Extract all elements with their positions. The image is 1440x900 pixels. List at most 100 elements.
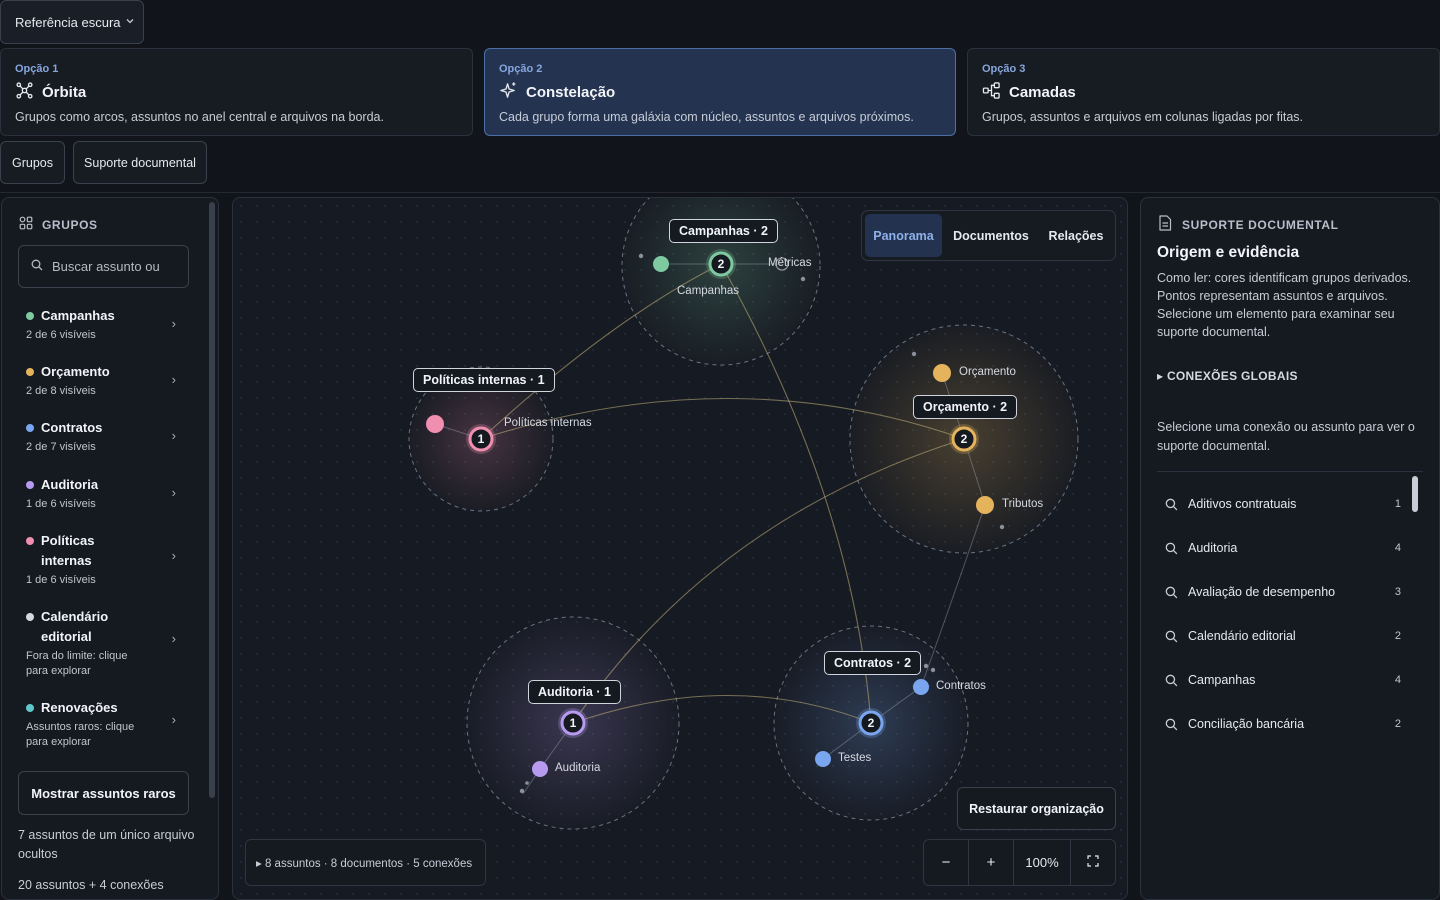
search-icon: [1165, 718, 1178, 730]
fullscreen-icon: [1087, 854, 1099, 871]
panel-title: Origem e evidência: [1157, 244, 1300, 261]
group-item-renovacoes[interactable]: Renovações Assuntos raros: clique para e…: [26, 698, 176, 750]
divider: [1157, 471, 1423, 472]
topic-node-contratos[interactable]: [913, 679, 929, 695]
topic-row[interactable]: Avaliação de desempenho 3: [1165, 582, 1401, 602]
cluster-label-politicas[interactable]: Políticas internas · 1: [413, 368, 555, 392]
hidden-topics-note: 7 assuntos de um único arquivo ocultos: [18, 828, 195, 861]
file-dot[interactable]: [638, 253, 644, 259]
topic-row[interactable]: Auditoria 4: [1165, 538, 1401, 558]
color-dot: [26, 368, 34, 376]
group-name: Auditoria: [41, 477, 99, 492]
layers-icon: [982, 81, 1001, 104]
group-item-auditoria[interactable]: Auditoria 1 de 6 visíveis ›: [26, 475, 176, 512]
segment-relacoes[interactable]: Relações: [1040, 214, 1112, 257]
group-name: Renovações: [41, 700, 118, 715]
chevron-right-icon: ›: [171, 316, 176, 331]
tab-groups[interactable]: Grupos: [0, 141, 65, 184]
topic-row[interactable]: Aditivos contratuais 1: [1165, 494, 1401, 514]
chevron-right-icon: ›: [171, 372, 176, 387]
topic-count: 2: [1394, 630, 1401, 642]
groups-sidebar: GRUPOS Campanhas 2 de 6 visíveis › Orçam…: [1, 197, 219, 900]
topic-count: 1: [1394, 498, 1401, 510]
show-rare-topics-button[interactable]: Mostrar assuntos raros: [18, 771, 189, 815]
file-dot[interactable]: [800, 276, 806, 282]
zoom-controls: − + 100%: [923, 839, 1116, 886]
segment-panorama[interactable]: Panorama: [865, 214, 942, 257]
option-card-orbit[interactable]: Opção 1 Órbita Grupos como arcos, assunt…: [0, 48, 473, 136]
group-item-calendario-editorial[interactable]: Calendário editorial Fora do limite: cli…: [26, 607, 176, 679]
file-dot[interactable]: [923, 663, 929, 669]
group-item-campanhas[interactable]: Campanhas 2 de 6 visíveis ›: [26, 306, 176, 343]
topic-label: Testes: [838, 752, 872, 764]
zoom-level: 100%: [1014, 840, 1071, 885]
option-card-constellation[interactable]: Opção 2 Constelação Cada grupo forma uma…: [484, 48, 956, 136]
zoom-out-button[interactable]: −: [924, 840, 969, 885]
topic-name: Campanhas: [1188, 673, 1256, 687]
file-dot[interactable]: [525, 781, 529, 785]
tab-document-support[interactable]: Suporte documental: [73, 141, 207, 184]
group-item-contratos[interactable]: Contratos 2 de 7 visíveis ›: [26, 418, 176, 455]
sidebar-scrollbar[interactable]: [209, 202, 215, 798]
group-visibility: 2 de 7 visíveis: [26, 441, 96, 453]
file-dot[interactable]: [911, 351, 917, 357]
option-title: Camadas: [1009, 84, 1076, 101]
topic-node-politicas[interactable]: [426, 415, 444, 433]
sidebar-header: GRUPOS: [19, 216, 98, 233]
core-count: 2: [961, 432, 968, 446]
group-visibility: Assuntos raros: clique para explorar: [26, 721, 135, 748]
fullscreen-button[interactable]: [1071, 840, 1115, 885]
global-connections-toggle[interactable]: ▸ CONEXÕES GLOBAIS: [1157, 369, 1298, 383]
topic-row[interactable]: Conciliação bancária 2: [1165, 714, 1401, 734]
file-dot[interactable]: [519, 788, 525, 794]
group-name: Políticas internas: [41, 533, 95, 568]
core-count: 2: [868, 716, 875, 730]
topic-label: Métricas: [768, 257, 812, 269]
topic-count: 4: [1394, 674, 1401, 686]
search-input[interactable]: [52, 259, 170, 274]
group-visibility: 1 de 6 visíveis: [26, 498, 96, 510]
topic-name: Avaliação de desempenho: [1188, 585, 1336, 599]
graph-stats-toggle[interactable]: ▸ 8 assuntos · 8 documentos · 5 conexões: [245, 839, 486, 886]
cluster-label-campanhas[interactable]: Campanhas · 2: [669, 219, 778, 243]
topic-label: Orçamento: [959, 366, 1016, 378]
file-dot[interactable]: [999, 524, 1005, 530]
topic-node-testes[interactable]: [815, 751, 831, 767]
sidebar-title: GRUPOS: [42, 217, 98, 232]
search-field[interactable]: [18, 245, 189, 288]
search-icon: [1165, 542, 1178, 554]
orbit-icon: [15, 81, 34, 104]
topics-scrollbar[interactable]: [1412, 476, 1418, 512]
constellation-canvas[interactable]: 2 1 2 1 2 Campanhas · 2 Políticas intern…: [232, 197, 1128, 900]
option-card-layers[interactable]: Opção 3 Camadas Grupos, assuntos e arqui…: [967, 48, 1440, 136]
topic-node-tributos[interactable]: [976, 496, 994, 514]
topic-name: Calendário editorial: [1188, 629, 1296, 643]
topic-row[interactable]: Calendário editorial 2: [1165, 626, 1401, 646]
group-visibility: 2 de 8 visíveis: [26, 385, 96, 397]
topic-node-auditoria[interactable]: [532, 761, 548, 777]
panel-header: SUPORTE DOCUMENTAL: [1158, 215, 1339, 234]
color-dot: [26, 481, 34, 489]
topic-label: Contratos: [936, 680, 986, 692]
group-name: Orçamento: [41, 364, 110, 379]
color-dot: [26, 312, 34, 320]
cluster-label-auditoria[interactable]: Auditoria · 1: [528, 680, 621, 704]
topic-row[interactable]: Campanhas 4: [1165, 670, 1401, 690]
cluster-label-contratos[interactable]: Contratos · 2: [824, 651, 922, 675]
search-icon: [31, 258, 43, 276]
cluster-label-orcamento[interactable]: Orçamento · 2: [913, 395, 1018, 419]
panel-description: Como ler: cores identificam grupos deriv…: [1157, 271, 1412, 339]
selection-hint: Selecione uma conexão ou assunto para ve…: [1157, 420, 1415, 453]
topic-node-campanhas[interactable]: [653, 256, 669, 272]
group-item-orcamento[interactable]: Orçamento 2 de 8 visíveis ›: [26, 362, 176, 399]
chevron-down-icon: [125, 16, 135, 29]
restore-layout-button[interactable]: Restaurar organização: [957, 787, 1116, 830]
search-icon: [1165, 586, 1178, 598]
zoom-in-button[interactable]: +: [969, 840, 1014, 885]
reference-select[interactable]: Referência escura: [0, 0, 144, 44]
file-dot[interactable]: [930, 667, 936, 673]
color-dot: [26, 704, 34, 712]
group-item-politicas-internas[interactable]: Políticas internas 1 de 6 visíveis ›: [26, 531, 176, 588]
segment-documentos[interactable]: Documentos: [942, 214, 1040, 257]
topic-node-orcamento[interactable]: [933, 364, 951, 382]
